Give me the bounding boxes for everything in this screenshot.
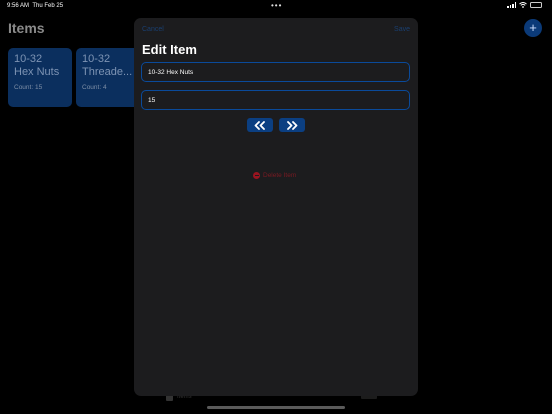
delete-item-label: Delete Item xyxy=(263,172,297,179)
item-card-line2: Hex Nuts xyxy=(14,66,60,78)
cancel-button[interactable]: Cancel xyxy=(142,26,164,33)
decrement-button[interactable] xyxy=(247,118,273,132)
item-card-count: Count: 15 xyxy=(14,84,43,91)
item-card-line1: 10-32 xyxy=(82,53,111,65)
save-button[interactable]: Save xyxy=(394,26,410,33)
item-card[interactable]: 10-32 Hex Nuts Count: 15 xyxy=(8,48,72,107)
increment-button[interactable] xyxy=(279,118,305,132)
chevron-double-left-icon xyxy=(254,120,265,130)
item-name-field[interactable] xyxy=(141,62,410,82)
item-card-line1: 10-32 xyxy=(14,53,43,65)
item-card[interactable]: 10-32 Threade... Count: 4 xyxy=(76,48,140,107)
sheet-title: Edit Item xyxy=(142,42,197,57)
item-count-field[interactable] xyxy=(141,90,410,110)
item-card-count: Count: 4 xyxy=(82,84,107,91)
delete-item-button[interactable]: Delete Item xyxy=(253,172,296,179)
chevron-double-right-icon xyxy=(287,120,298,130)
item-card-line2: Threade... xyxy=(82,66,133,78)
home-indicator[interactable] xyxy=(207,406,345,409)
minus-circle-icon xyxy=(253,172,260,179)
items-title: Items xyxy=(8,20,45,36)
add-item-button[interactable]: + xyxy=(524,19,542,37)
edit-item-sheet: Cancel Save Edit Item Delete Item xyxy=(134,18,418,396)
